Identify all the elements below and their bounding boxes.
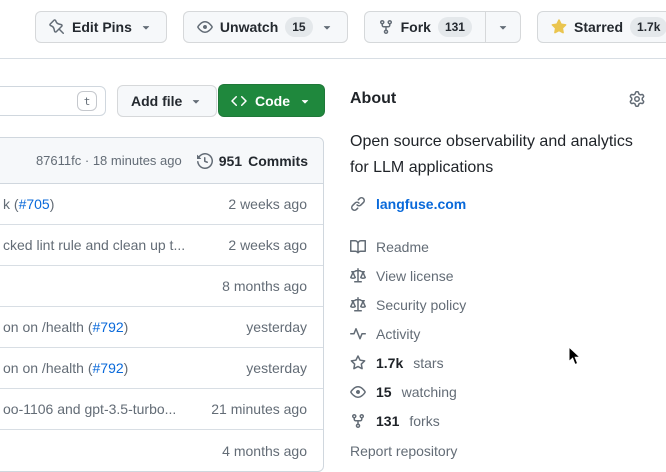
issue-link[interactable]: #792 (93, 360, 124, 376)
link-label: Readme (376, 239, 429, 255)
link-icon (350, 196, 366, 212)
chevron-down-icon (320, 20, 334, 34)
pulse-icon (350, 326, 366, 342)
star-button-group: Starred 1.7k (537, 11, 666, 43)
commit-date: 8 months ago (222, 278, 307, 294)
table-row: 4 months ago (0, 430, 323, 471)
file-table-body: k (#705) 2 weeks ago cked lint rule and … (0, 184, 323, 471)
starred-button[interactable]: Starred 1.7k (537, 11, 666, 43)
add-file-label: Add file (131, 93, 182, 109)
link-label: stars (413, 355, 443, 371)
link-label: Activity (376, 326, 420, 342)
about-link-watching[interactable]: 15 watching (350, 377, 652, 406)
code-icon (231, 93, 247, 109)
repo-action-bar: Edit Pins Unwatch 15 Fork 131 Starred 1.… (0, 0, 666, 59)
commit-date: yesterday (246, 319, 307, 335)
commit-message[interactable]: cked lint rule and clean up t... (3, 237, 220, 253)
stat-count: 131 (376, 413, 399, 429)
starred-label: Starred (574, 19, 623, 35)
about-header: About (350, 90, 652, 108)
link-label: watching (402, 384, 457, 400)
commit-message[interactable]: on on /health (#792) (3, 319, 238, 335)
report-repository-link[interactable]: Report repository (350, 443, 652, 459)
table-row: oo-1106 and gpt-3.5-turbo... 21 minutes … (0, 389, 323, 430)
code-label: Code (255, 93, 290, 109)
about-link-stars[interactable]: 1.7k stars (350, 348, 652, 377)
unwatch-button[interactable]: Unwatch 15 (183, 11, 348, 43)
table-row: 8 months ago (0, 266, 323, 307)
commit-message[interactable]: oo-1106 and gpt-3.5-turbo... (3, 401, 203, 417)
link-label: View license (376, 268, 454, 284)
meta-separator: · (85, 153, 89, 168)
table-row: on on /health (#792) yesterday (0, 307, 323, 348)
commit-date: yesterday (246, 360, 307, 376)
file-table: 87611fc · 18 minutes ago 951 Commits k (… (0, 137, 324, 472)
stat-count: 15 (376, 384, 392, 400)
keyboard-shortcut-badge: t (77, 91, 97, 111)
law-icon (350, 268, 366, 284)
chevron-down-icon (139, 20, 153, 34)
code-button[interactable]: Code (218, 84, 325, 117)
history-icon (197, 153, 213, 169)
table-row: cked lint rule and clean up t... 2 weeks… (0, 225, 323, 266)
fork-button[interactable]: Fork 131 (364, 11, 485, 43)
latest-commit-bar: 87611fc · 18 minutes ago 951 Commits (0, 138, 323, 184)
eye-icon (197, 19, 213, 35)
about-link-forks[interactable]: 131 forks (350, 406, 652, 435)
commit-date: 21 minutes ago (211, 401, 307, 417)
commit-date: 4 months ago (222, 443, 307, 459)
commit-hash[interactable]: 87611fc (36, 153, 81, 168)
fork-icon (350, 413, 366, 429)
watchers-count-badge: 15 (285, 17, 312, 37)
fork-dropdown-button[interactable] (485, 11, 521, 43)
table-row: k (#705) 2 weeks ago (0, 184, 323, 225)
chevron-down-icon (189, 94, 203, 108)
add-file-button[interactable]: Add file (117, 85, 217, 117)
stars-count-badge: 1.7k (630, 17, 666, 37)
issue-link[interactable]: #705 (19, 196, 50, 212)
commit-time: 18 minutes ago (93, 153, 182, 168)
edit-pins-button[interactable]: Edit Pins (35, 11, 167, 43)
go-to-file-input[interactable]: t (0, 86, 106, 116)
commit-date: 2 weeks ago (228, 237, 307, 253)
chevron-down-icon (298, 94, 312, 108)
issue-link[interactable]: #792 (93, 319, 124, 335)
law-icon (350, 297, 366, 313)
fork-button-group: Fork 131 (364, 11, 521, 43)
commit-message[interactable]: on on /health (#792) (3, 360, 238, 376)
chevron-down-icon (496, 20, 510, 34)
gear-icon[interactable] (629, 91, 645, 107)
about-section: About Open source observability and anal… (350, 90, 652, 459)
fork-label: Fork (401, 19, 431, 35)
star-filled-icon (551, 19, 567, 35)
latest-commit-meta[interactable]: 87611fc · 18 minutes ago (36, 153, 182, 168)
book-icon (350, 239, 366, 255)
commit-date: 2 weeks ago (228, 196, 307, 212)
forks-count-badge: 131 (438, 17, 472, 37)
stat-count: 1.7k (376, 355, 403, 371)
eye-icon (350, 384, 366, 400)
commit-history-link[interactable]: 951 Commits (197, 153, 308, 169)
website-row: langfuse.com (350, 196, 652, 212)
about-link-view-license[interactable]: View license (350, 261, 652, 290)
link-label: Security policy (376, 297, 466, 313)
commit-message[interactable]: k (#705) (3, 196, 220, 212)
commits-label: Commits (248, 153, 308, 169)
unwatch-label: Unwatch (220, 19, 278, 35)
about-title: About (350, 90, 652, 108)
about-link-security-policy[interactable]: Security policy (350, 290, 652, 319)
action-buttons: Edit Pins Unwatch 15 Fork 131 Starred 1.… (35, 11, 666, 43)
edit-pins-label: Edit Pins (72, 19, 132, 35)
pin-icon (49, 19, 65, 35)
link-label: forks (409, 413, 439, 429)
about-link-readme[interactable]: Readme (350, 232, 652, 261)
commits-count: 951 (219, 153, 242, 169)
fork-icon (378, 19, 394, 35)
website-link[interactable]: langfuse.com (376, 196, 466, 212)
star-icon (350, 355, 366, 371)
about-links: Readme View license Security policy Acti… (350, 232, 652, 435)
table-row: on on /health (#792) yesterday (0, 348, 323, 389)
repo-description: Open source observability and analytics … (350, 129, 652, 181)
about-link-activity[interactable]: Activity (350, 319, 652, 348)
